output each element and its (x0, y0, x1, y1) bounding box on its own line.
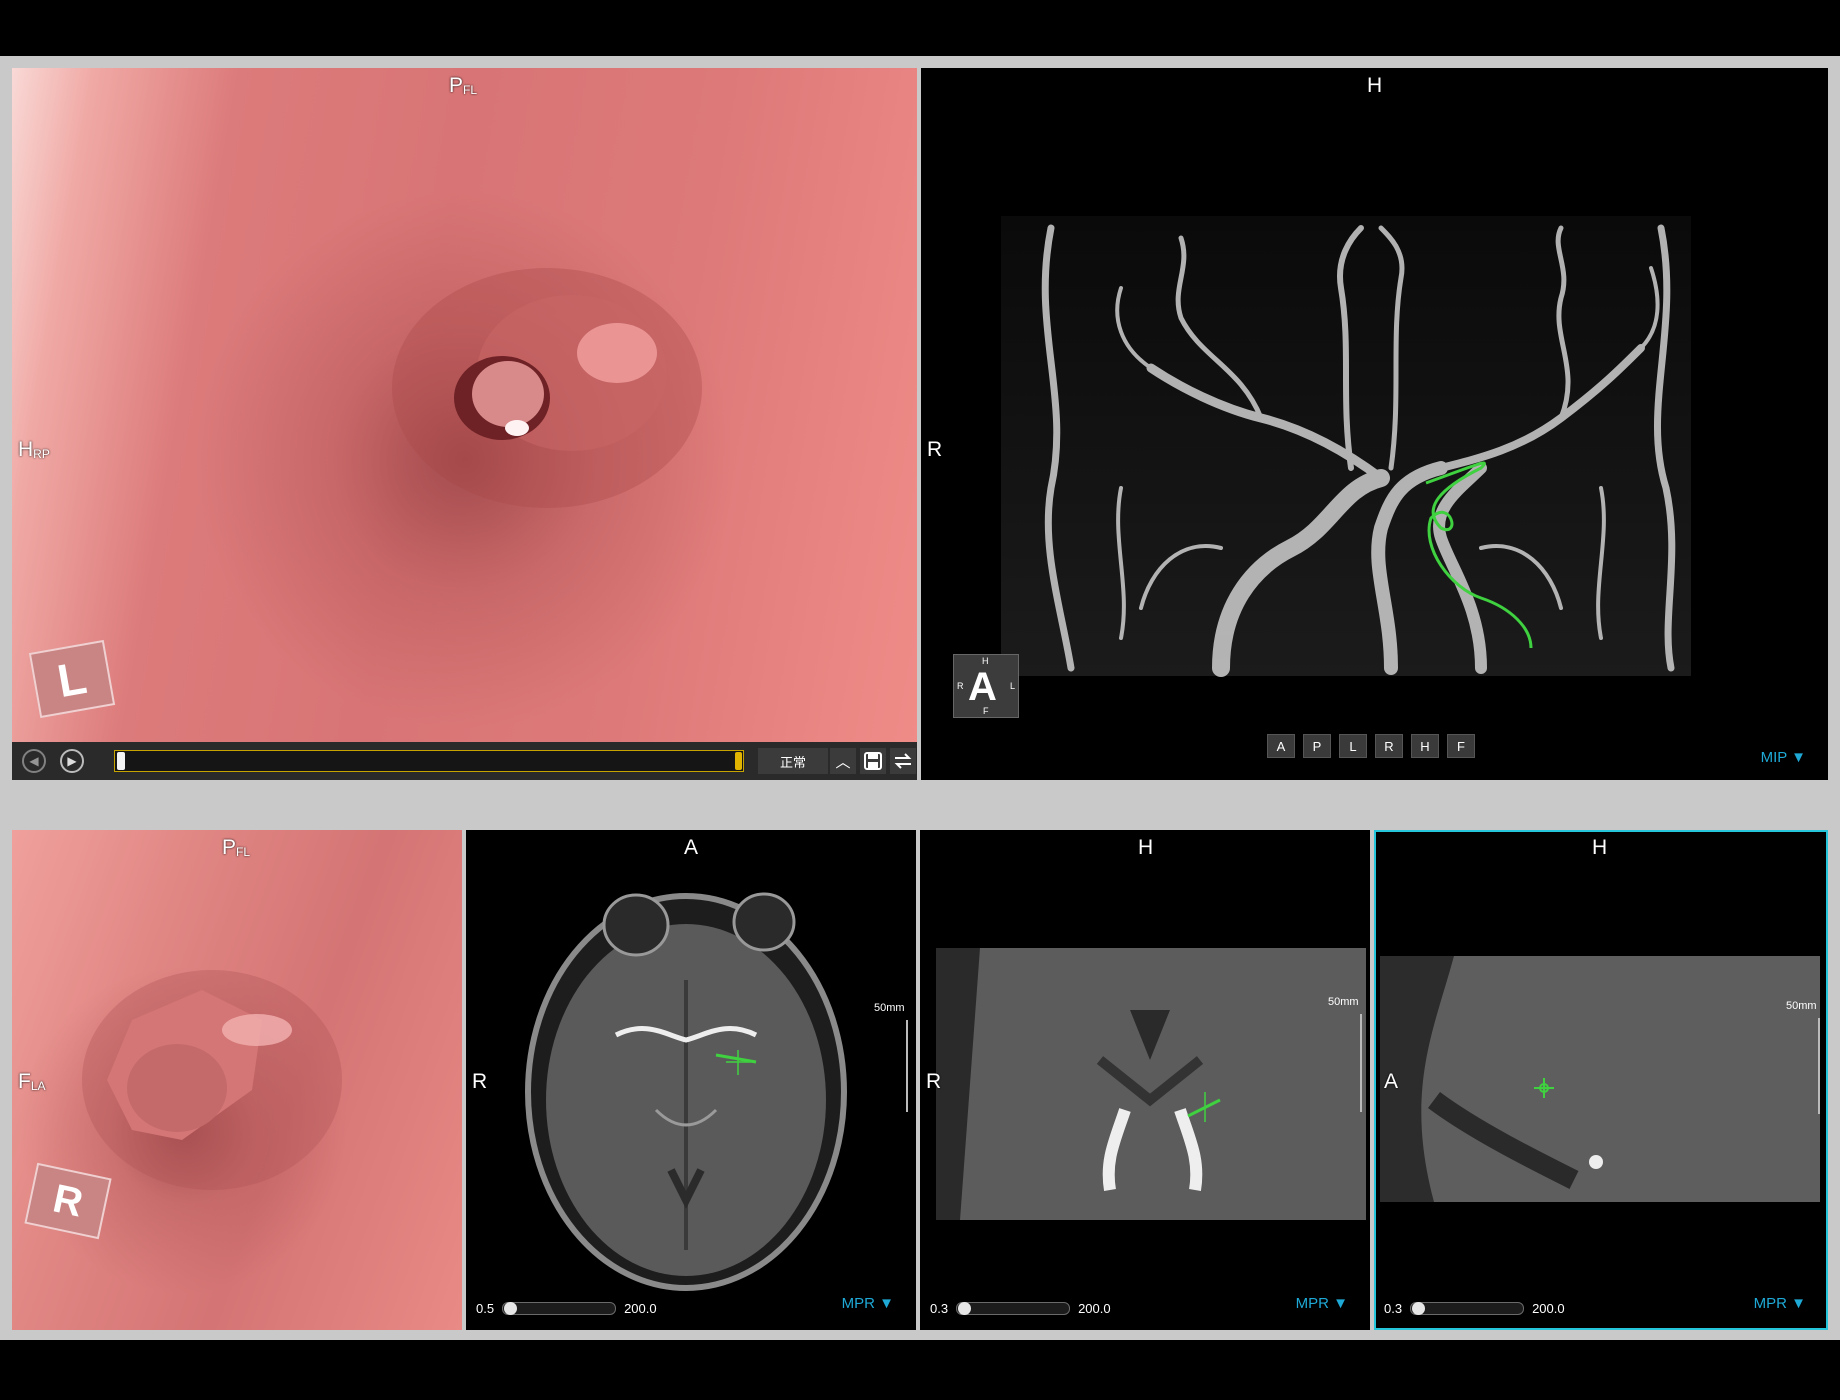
slider-track[interactable] (502, 1302, 617, 1315)
scale-label: 50mm (1786, 1000, 1817, 1012)
orientation-label-top: PFL (222, 836, 251, 859)
chevron-up-icon: ︿ (835, 753, 851, 771)
save-icon (864, 752, 882, 770)
orientation-label-top: H (1138, 836, 1154, 859)
lumen-opening (82, 970, 342, 1190)
slider-max-label: 200.0 (624, 1301, 657, 1316)
window-slider[interactable]: 0.3 200.0 (930, 1301, 1111, 1316)
slider-min-label: 0.3 (1384, 1301, 1403, 1316)
render-mode-select[interactable]: MIP ▼ (1761, 749, 1806, 766)
view-button-f[interactable]: F (1447, 734, 1475, 758)
step-back-button[interactable]: ◀ (22, 749, 46, 773)
orient-cube-right: L (1009, 681, 1015, 691)
orientation-label-left: R (926, 1070, 942, 1093)
mpr-sagittal-viewport[interactable]: H A 50mm 0.3 200.0 MPR ▼ (1374, 830, 1828, 1330)
orientation-label-left: R (927, 438, 943, 461)
step-back-icon: ◀ (29, 754, 39, 768)
view-button-l[interactable]: L (1339, 734, 1367, 758)
view-button-r[interactable]: R (1375, 734, 1403, 758)
view-direction-buttons: A P L R H F (1267, 734, 1475, 758)
scale-label: 50mm (1328, 996, 1359, 1008)
slider-max-label: 200.0 (1078, 1301, 1111, 1316)
vessel-mip-image (1001, 216, 1691, 677)
collapse-button[interactable]: ︿ (830, 748, 856, 774)
save-button[interactable] (860, 748, 886, 774)
slider-knob[interactable] (504, 1302, 518, 1315)
render-mode-select[interactable]: MPR ▼ (1754, 1295, 1806, 1312)
render-mode-select[interactable]: MPR ▼ (1296, 1295, 1348, 1312)
fly-through-playbar: ◀ ▶ 正常 ︿ (12, 742, 917, 780)
viewer-frame: PFL HRP L ◀ ▶ 正常 ︿ H R A H F R L A P L R… (0, 56, 1840, 1340)
render-mode-select[interactable]: MPR ▼ (842, 1295, 894, 1312)
window-slider[interactable]: 0.3 200.0 (1384, 1301, 1565, 1316)
axial-slice-image (525, 892, 847, 1291)
endoscopy-secondary-viewport[interactable]: PFL FLA R (12, 830, 462, 1330)
orient-cube-left: R (957, 681, 964, 691)
scale-bar (1360, 1014, 1370, 1112)
play-button[interactable]: ▶ (60, 749, 84, 773)
timeline-track[interactable] (114, 750, 744, 772)
slider-track[interactable] (956, 1302, 1071, 1315)
orient-cube-top: H (982, 656, 989, 666)
view-button-h[interactable]: H (1411, 734, 1439, 758)
scale-bar (1818, 1018, 1828, 1114)
orientation-label-left: HRP (18, 438, 50, 461)
timeline-end-handle[interactable] (735, 752, 742, 770)
orient-cube-center: A (968, 665, 997, 709)
orientation-label-left: FLA (18, 1070, 46, 1093)
view-button-p[interactable]: P (1303, 734, 1331, 758)
mpr-coronal-viewport[interactable]: H R 50mm 0.3 200.0 MPR ▼ (920, 830, 1370, 1330)
slider-min-label: 0.3 (930, 1301, 949, 1316)
slider-knob[interactable] (958, 1302, 972, 1315)
orientation-label-left: A (1384, 1070, 1399, 1093)
slider-min-label: 0.5 (476, 1301, 495, 1316)
speed-select[interactable]: 正常 (758, 748, 828, 774)
orientation-label-top: H (1367, 74, 1383, 97)
orientation-label-left: R (472, 1070, 488, 1093)
scale-bar (906, 1020, 916, 1112)
window-slider[interactable]: 0.5 200.0 (476, 1301, 657, 1316)
swap-button[interactable] (890, 748, 916, 774)
mip-viewport[interactable]: H R A H F R L A P L R H F MIP ▼ (921, 68, 1828, 780)
orientation-label-top: PFL (449, 74, 478, 97)
orientation-cube[interactable]: L (28, 639, 116, 719)
orientation-label-top: A (684, 836, 699, 859)
orientation-label-top: H (1592, 836, 1608, 859)
orient-cube-bottom: F (983, 706, 989, 716)
coronal-slice-image (936, 948, 1366, 1220)
lumen-opening (392, 268, 702, 508)
sagittal-slice-image (1380, 956, 1820, 1202)
endoscopy-main-viewport[interactable]: PFL HRP L ◀ ▶ 正常 ︿ (12, 68, 917, 780)
slider-track[interactable] (1410, 1302, 1525, 1315)
play-icon: ▶ (67, 754, 77, 768)
scale-label: 50mm (874, 1002, 905, 1014)
mpr-axial-viewport[interactable]: A R 50mm 0.5 200.0 MPR ▼ (466, 830, 916, 1330)
orientation-cube[interactable]: A H F R L (953, 654, 1019, 718)
view-button-a[interactable]: A (1267, 734, 1295, 758)
swap-icon (894, 753, 912, 769)
slider-max-label: 200.0 (1532, 1301, 1565, 1316)
slider-knob[interactable] (1412, 1302, 1426, 1315)
timeline-start-handle[interactable] (117, 752, 125, 770)
